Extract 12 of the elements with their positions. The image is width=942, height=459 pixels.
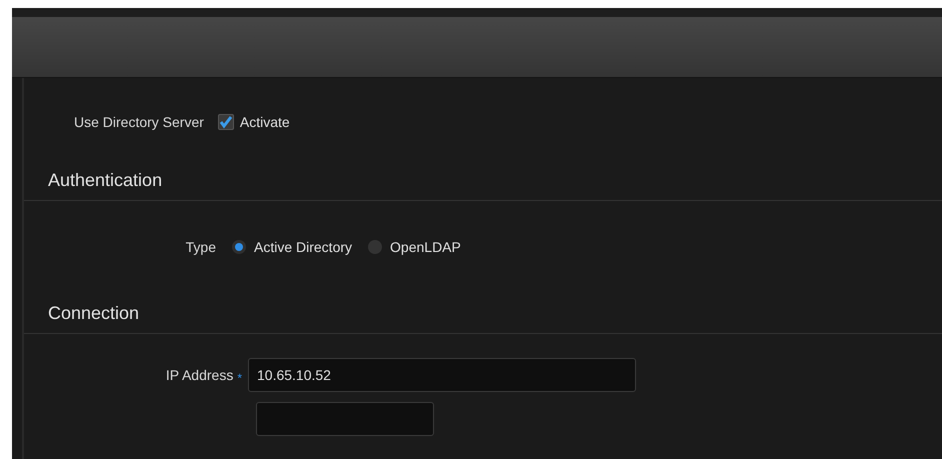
- field-label: Type: [186, 238, 216, 257]
- field-label: Use Directory Server: [74, 112, 204, 132]
- section-title: Authentication: [47, 168, 164, 192]
- radio-option[interactable]: Active Directory: [232, 236, 352, 258]
- section-title: Connection: [47, 302, 140, 324]
- activate-checkbox[interactable]: Activate: [218, 112, 290, 132]
- text-field[interactable]: [256, 402, 434, 436]
- required-mark: *: [237, 370, 242, 387]
- checkmark-icon: [218, 115, 233, 129]
- radio-option[interactable]: OpenLDAP: [368, 236, 461, 258]
- field-label: IP Address: [166, 366, 234, 384]
- text-field[interactable]: 10.65.10.52: [248, 358, 636, 392]
